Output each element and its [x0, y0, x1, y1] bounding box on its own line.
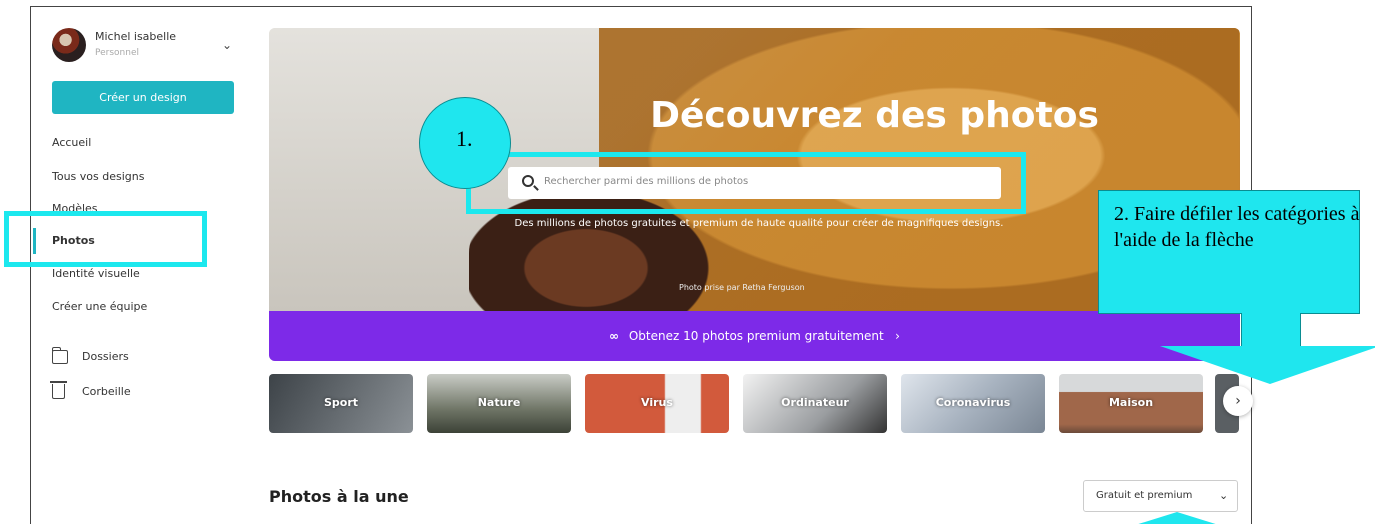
- chevron-down-icon[interactable]: ⌄: [222, 38, 232, 52]
- nav-item-trash[interactable]: Corbeille: [82, 385, 131, 398]
- hero-subtitle: Des millions de photos gratuites et prem…: [514, 218, 1004, 229]
- annotation-step1-label: 1.: [456, 126, 473, 151]
- infinity-icon: ∞: [609, 329, 620, 343]
- create-design-button[interactable]: Créer un design: [52, 81, 234, 114]
- credit-prefix: Photo prise par: [679, 283, 740, 292]
- profile-name: Michel isabelle: [95, 30, 177, 43]
- annotation-highlight-search: [466, 152, 1026, 214]
- hero-title: Découvrez des photos: [650, 95, 1099, 136]
- photo-credit[interactable]: Photo prise par Retha Ferguson: [679, 283, 805, 292]
- chevron-down-icon: ⌄: [1219, 489, 1229, 502]
- nav-item-all-designs[interactable]: Tous vos designs: [52, 170, 144, 183]
- category-card[interactable]: Nature: [427, 374, 571, 433]
- category-card[interactable]: Coronavirus: [901, 374, 1045, 433]
- category-card[interactable]: Sport: [269, 374, 413, 433]
- credit-author[interactable]: Retha Ferguson: [742, 283, 804, 292]
- premium-banner[interactable]: ∞ Obtenez 10 photos premium gratuitement…: [269, 311, 1240, 361]
- category-label: Virus: [641, 396, 673, 409]
- avatar: [52, 28, 86, 62]
- annotation-arrow-peek: [1132, 512, 1222, 524]
- category-label: Nature: [477, 396, 521, 409]
- premium-banner-label: Obtenez 10 photos premium gratuitement: [628, 329, 884, 343]
- chevron-right-icon[interactable]: ›: [1223, 386, 1253, 416]
- section-title: Photos à la une: [269, 487, 409, 506]
- category-label: Sport: [323, 396, 359, 409]
- nav-item-brand-identity[interactable]: Identité visuelle: [52, 267, 140, 280]
- filter-value: Gratuit et premium: [1096, 490, 1193, 501]
- trash-icon: [50, 381, 67, 399]
- folder-icon: [51, 347, 68, 364]
- annotation-highlight-photos: [4, 211, 207, 267]
- profile-menu[interactable]: Michel isabelle Personnel ⌄: [52, 28, 242, 68]
- category-label: Maison: [1108, 396, 1154, 409]
- license-filter-select[interactable]: Gratuit et premium ⌄: [1083, 480, 1238, 512]
- annotation-step2-arrow: [1160, 346, 1375, 384]
- category-label: Coronavirus: [935, 396, 1011, 409]
- nav-item-home[interactable]: Accueil: [52, 136, 91, 149]
- chevron-right-icon: ›: [887, 329, 900, 343]
- category-card[interactable]: Virus: [585, 374, 729, 433]
- nav-item-create-team[interactable]: Créer une équipe: [52, 300, 147, 313]
- annotation-step2-text: 2. Faire défiler les catégories à l'aide…: [1114, 203, 1360, 251]
- account-type: Personnel: [95, 48, 139, 58]
- nav-item-folders[interactable]: Dossiers: [82, 350, 129, 363]
- annotation-step2-stem: [1241, 313, 1301, 348]
- category-card[interactable]: Ordinateur: [743, 374, 887, 433]
- category-label: Ordinateur: [781, 396, 849, 409]
